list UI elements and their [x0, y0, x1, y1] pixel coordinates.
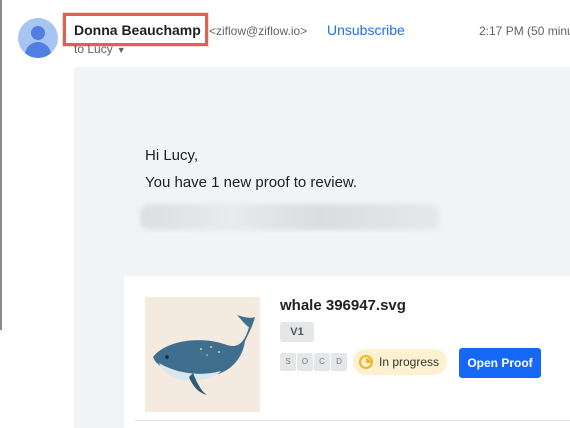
- status-badge: In progress: [353, 349, 448, 375]
- avatar-body: [25, 42, 51, 58]
- left-divider: [0, 0, 2, 330]
- proof-filename[interactable]: whale 396947.svg: [280, 297, 406, 314]
- stage-chip: O: [297, 353, 313, 371]
- recipient-details-toggle[interactable]: to Lucy ▼: [74, 42, 126, 56]
- progress-clock-icon: [359, 355, 373, 369]
- proof-thumbnail[interactable]: [145, 297, 260, 412]
- intro-text: You have 1 new proof to review.: [145, 174, 358, 191]
- stage-chip: D: [331, 353, 347, 371]
- stage-chip: S: [280, 353, 296, 371]
- unsubscribe-link[interactable]: Unsubscribe: [327, 22, 405, 38]
- message-timestamp: 2:17 PM (50 minu: [479, 24, 570, 38]
- sender-name[interactable]: Donna Beauchamp: [74, 22, 201, 38]
- version-badge: V1: [280, 322, 314, 342]
- open-proof-button[interactable]: Open Proof: [459, 348, 541, 378]
- stage-chip: C: [314, 353, 330, 371]
- chevron-down-icon: ▼: [116, 45, 126, 55]
- recipient-label: to Lucy: [74, 42, 113, 56]
- card-divider: [135, 420, 570, 428]
- redacted-text: [140, 204, 440, 230]
- avatar-head: [31, 26, 45, 40]
- sender-email: <ziflow@ziflow.io>: [209, 24, 308, 38]
- whale-image: [153, 315, 255, 395]
- status-text: In progress: [379, 355, 440, 369]
- sender-avatar[interactable]: [18, 18, 58, 58]
- stage-chips: S O C D: [280, 353, 348, 371]
- greeting-text: Hi Lucy,: [145, 147, 199, 164]
